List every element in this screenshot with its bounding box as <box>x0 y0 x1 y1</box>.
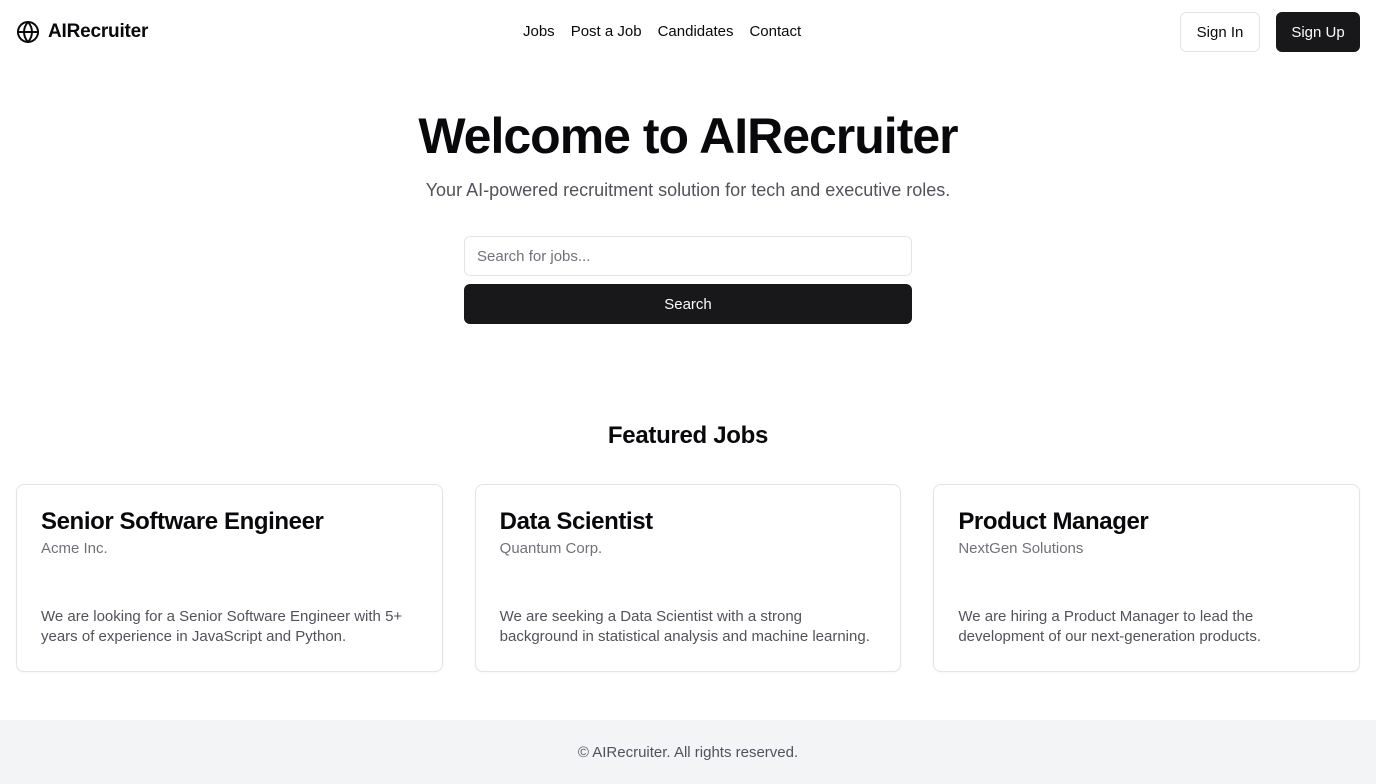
featured-jobs-title: Featured Jobs <box>607 422 769 449</box>
nav-link-post-a-job[interactable]: Post a Job <box>571 22 642 42</box>
job-card[interactable]: Senior Software Engineer Acme Inc. We ar… <box>16 484 443 672</box>
page: AIRecruiter Jobs Post a Job Candidates C… <box>0 0 1376 784</box>
copyright-text: © AIRecruiter. All rights reserved. <box>577 743 799 761</box>
job-card[interactable]: Product Manager NextGen Solutions We are… <box>933 484 1360 672</box>
job-company: Quantum Corp. <box>499 540 603 557</box>
sign-up-button[interactable]: Sign Up <box>1276 12 1360 52</box>
globe-icon <box>17 21 39 43</box>
job-search-input[interactable] <box>464 236 912 276</box>
job-company: NextGen Solutions <box>958 540 1084 557</box>
job-title: Product Manager <box>958 508 1149 535</box>
job-description: We are hiring a Product Manager to lead … <box>958 608 1262 645</box>
main-nav: Jobs Post a Job Candidates Contact <box>523 22 801 42</box>
nav-link-candidates[interactable]: Candidates <box>658 22 734 42</box>
job-card[interactable]: Data Scientist Quantum Corp. We are seek… <box>474 484 902 672</box>
job-description: We are seeking a Data Scientist with a s… <box>499 608 870 645</box>
featured-jobs-list: Senior Software Engineer Acme Inc. We ar… <box>16 484 1360 672</box>
job-company: Acme Inc. <box>41 540 108 557</box>
nav-link-contact[interactable]: Contact <box>749 22 801 42</box>
site-header: AIRecruiter Jobs Post a Job Candidates C… <box>0 0 1376 64</box>
sign-in-button[interactable]: Sign In <box>1180 12 1260 52</box>
brand-name: AIRecruiter <box>48 21 149 42</box>
hero-subtitle: Your AI-powered recruitment solution for… <box>425 180 951 200</box>
search-button[interactable]: Search <box>464 284 912 324</box>
nav-link-jobs[interactable]: Jobs <box>523 22 555 42</box>
brand-logo-link[interactable]: AIRecruiter <box>16 20 148 44</box>
site-footer: © AIRecruiter. All rights reserved. <box>0 720 1376 784</box>
hero-title: Welcome to AIRecruiter <box>418 108 958 164</box>
job-title: Senior Software Engineer <box>41 508 324 535</box>
job-description: We are looking for a Senior Software Eng… <box>41 608 403 645</box>
job-title: Data Scientist <box>499 508 654 535</box>
